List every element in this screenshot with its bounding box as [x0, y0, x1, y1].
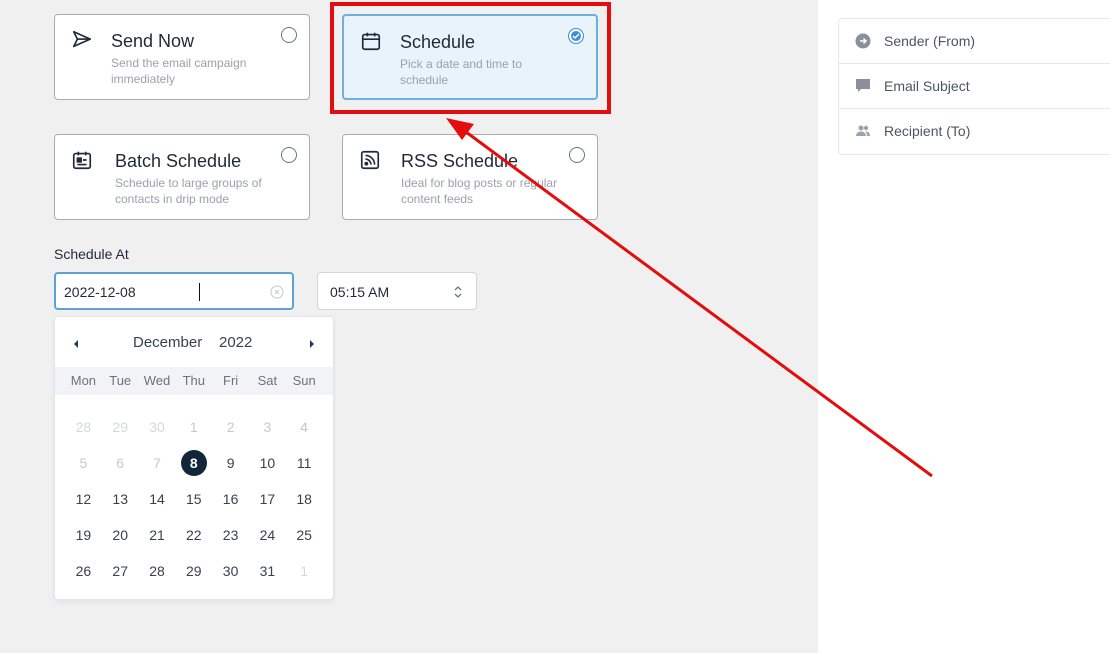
chevron-up-down-icon: [452, 283, 464, 301]
calendar-day[interactable]: 23: [212, 517, 249, 553]
option-rss-schedule[interactable]: RSS Schedule Ideal for blog posts or reg…: [342, 134, 598, 220]
rss-icon: [359, 149, 381, 171]
weekday-label: Wed: [143, 373, 171, 388]
weekday-label: Tue: [109, 373, 132, 388]
calendar-grid: 28 29 30 1 2 3 4 5 6 7 8 9 10 11 12 13 1…: [65, 409, 323, 589]
sidebar-item-email-subject[interactable]: Email Subject: [839, 64, 1110, 109]
calendar-day[interactable]: 11: [286, 445, 323, 481]
calendar-day[interactable]: 21: [139, 517, 176, 553]
calendar-day[interactable]: 4: [286, 409, 323, 445]
date-input[interactable]: 2022-12-08: [54, 272, 294, 310]
date-value: 2022-12-08: [64, 284, 136, 300]
chat-bubble-icon: [855, 78, 871, 94]
calendar-day[interactable]: 20: [102, 517, 139, 553]
calendar-day[interactable]: 27: [102, 553, 139, 589]
option-description: Send the email campaign immediately: [111, 56, 247, 86]
option-title: Send Now: [111, 31, 195, 51]
calendar-day[interactable]: 29: [102, 409, 139, 445]
calendar-day[interactable]: 9: [212, 445, 249, 481]
weekday-label: Sat: [257, 373, 278, 388]
sidebar-item-recipient[interactable]: Recipient (To): [839, 109, 1110, 154]
next-month-icon[interactable]: [307, 337, 317, 349]
radio-batch-schedule[interactable]: [281, 147, 297, 163]
calendar-month[interactable]: December: [133, 334, 202, 351]
settings-list: Sender (From) Email Subject Recipient (T…: [838, 18, 1110, 155]
sidebar-item-label: Recipient (To): [884, 123, 971, 139]
calendar-day[interactable]: 31: [249, 553, 286, 589]
calendar-day[interactable]: 18: [286, 481, 323, 517]
calendar-day[interactable]: 30: [212, 553, 249, 589]
calendar-day-selected[interactable]: 8: [175, 445, 212, 481]
batch-calendar-icon: [71, 149, 93, 171]
send-icon: [71, 29, 93, 51]
calendar-day[interactable]: 29: [175, 553, 212, 589]
calendar-day[interactable]: 12: [65, 481, 102, 517]
calendar-week: 28 29 30 1 2 3 4: [65, 409, 323, 445]
calendar-day[interactable]: 13: [102, 481, 139, 517]
sidebar-item-label: Sender (From): [884, 33, 976, 49]
option-description: Ideal for blog posts or regular content …: [401, 176, 558, 206]
calendar-day[interactable]: 2: [212, 409, 249, 445]
calendar-day[interactable]: 25: [286, 517, 323, 553]
option-send-now[interactable]: Send Now Send the email campaign immedia…: [54, 14, 310, 100]
calendar-day[interactable]: 24: [249, 517, 286, 553]
calendar-day[interactable]: 19: [65, 517, 102, 553]
clear-icon[interactable]: [270, 285, 284, 299]
weekday-label: Thu: [182, 373, 205, 388]
calendar-day[interactable]: 1: [286, 553, 323, 589]
calendar-day[interactable]: 17: [249, 481, 286, 517]
calendar-day[interactable]: 1: [175, 409, 212, 445]
highlight-box: [330, 2, 611, 114]
calendar-day[interactable]: 28: [139, 553, 176, 589]
schedule-at-label: Schedule At: [54, 246, 129, 262]
calendar-day[interactable]: 26: [65, 553, 102, 589]
calendar-day[interactable]: 6: [102, 445, 139, 481]
option-title: Batch Schedule: [115, 151, 242, 171]
selected-day-label: 8: [180, 450, 207, 476]
sidebar-item-sender[interactable]: Sender (From): [839, 19, 1110, 64]
sidebar-item-label: Email Subject: [884, 78, 970, 94]
calendar-day[interactable]: 7: [139, 445, 176, 481]
text-caret: [199, 283, 200, 301]
calendar-day[interactable]: 3: [249, 409, 286, 445]
calendar-week: 5 6 7 8 9 10 11: [65, 445, 323, 481]
weekday-header: Mon Tue Wed Thu Fri Sat Sun: [55, 367, 333, 395]
calendar-day[interactable]: 16: [212, 481, 249, 517]
time-value: 05:15 AM: [330, 284, 390, 300]
arrow-circle-right-icon: [855, 33, 871, 49]
calendar-day[interactable]: 5: [65, 445, 102, 481]
calendar-day[interactable]: 28: [65, 409, 102, 445]
time-select[interactable]: 05:15 AM: [317, 272, 477, 310]
users-icon: [855, 123, 871, 139]
prev-month-icon[interactable]: [71, 337, 81, 349]
right-panel: Sender (From) Email Subject Recipient (T…: [818, 0, 1110, 653]
radio-send-now[interactable]: [281, 27, 297, 43]
calendar-week: 12 13 14 15 16 17 18: [65, 481, 323, 517]
calendar-day[interactable]: 22: [175, 517, 212, 553]
weekday-label: Fri: [223, 373, 239, 388]
weekday-label: Mon: [70, 373, 97, 388]
calendar-day[interactable]: 30: [139, 409, 176, 445]
date-picker-popup: December 2022 Mon Tue Wed Thu Fri Sat Su…: [54, 316, 334, 600]
calendar-week: 26 27 28 29 30 31 1: [65, 553, 323, 589]
radio-rss-schedule[interactable]: [569, 147, 585, 163]
calendar-year[interactable]: 2022: [219, 334, 252, 351]
calendar-day[interactable]: 14: [139, 481, 176, 517]
option-title: RSS Schedule: [401, 151, 519, 171]
weekday-label: Sun: [292, 373, 316, 388]
calendar-week: 19 20 21 22 23 24 25: [65, 517, 323, 553]
calendar-day[interactable]: 15: [175, 481, 212, 517]
option-batch-schedule[interactable]: Batch Schedule Schedule to large groups …: [54, 134, 310, 220]
option-description: Schedule to large groups of contacts in …: [115, 176, 262, 206]
calendar-day[interactable]: 10: [249, 445, 286, 481]
